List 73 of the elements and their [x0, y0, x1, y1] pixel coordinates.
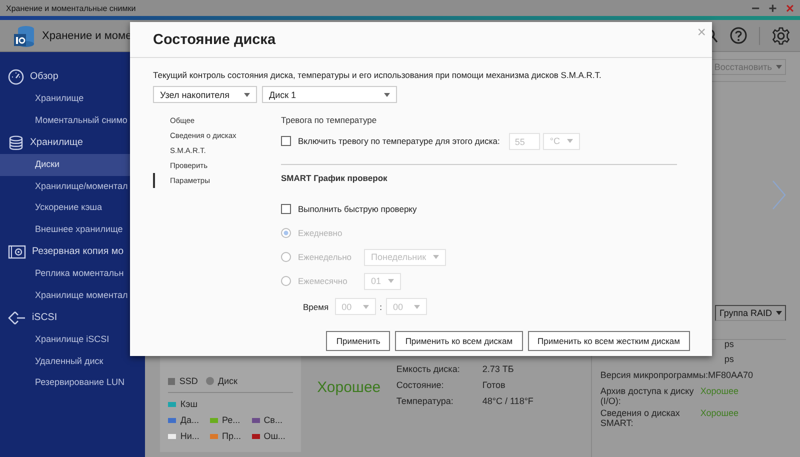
checkbox[interactable] [281, 136, 291, 146]
database-icon [8, 134, 24, 150]
disk-dropdown[interactable]: Диск 1 [262, 86, 397, 103]
radio-label: Ежедневно [298, 228, 344, 238]
checkbox[interactable] [281, 204, 291, 214]
legend-label: Св... [264, 415, 282, 425]
info-label: Емкость диска: [396, 364, 461, 376]
section-heading: Тревога по температуре [281, 114, 378, 127]
detail-label: Архив доступа к диску (I/O): [600, 386, 695, 406]
maximize-button[interactable]: + [768, 1, 777, 15]
info-value: 2.73 ТБ [482, 364, 514, 376]
window-title: Хранение и моментальные снимки [6, 4, 136, 12]
detail-label: Версия микропрограммы: [600, 370, 708, 382]
caret-icon [433, 255, 439, 259]
legend-label: SSD [179, 376, 198, 386]
radio-button[interactable] [281, 228, 291, 238]
safe-icon [8, 244, 26, 260]
health-status: Хорошее [317, 379, 381, 396]
caret-icon [388, 279, 394, 283]
detail-value: ps [724, 354, 734, 366]
apply-button[interactable]: Применить [326, 331, 390, 351]
info-label: Состояние: [396, 380, 445, 392]
legend-label: Ни... [180, 431, 200, 441]
legend-label: Кэш [180, 399, 198, 409]
section-heading: SMART График проверок [281, 172, 388, 185]
detail-value: MF80AA70 [708, 370, 753, 382]
radio-label: Ежемесячно [298, 276, 348, 286]
caret-icon [384, 92, 390, 96]
caret-icon [362, 304, 369, 308]
caret-icon [776, 64, 782, 68]
detail-value: Хорошее [700, 386, 739, 398]
info-value: 48°C / 118°F [482, 396, 534, 408]
info-label: Температура: [396, 396, 454, 408]
dialog-title: Состояние диска [153, 32, 276, 48]
circle-icon [206, 377, 214, 385]
help-icon[interactable] [730, 27, 747, 44]
radio-button[interactable] [281, 276, 291, 286]
legend-label: Ре... [222, 415, 240, 425]
detail-value: Хорошее [700, 408, 739, 420]
caret-icon [244, 92, 250, 96]
legend-label: Ош... [264, 431, 286, 441]
detail-label: Сведения о дисках SMART: [600, 408, 681, 428]
enclosure-dropdown[interactable]: Узел накопителя [153, 86, 257, 103]
gauge-icon [8, 68, 24, 84]
apply-button[interactable]: Применить ко всем жестким дискам [528, 331, 690, 351]
arrow-diamond-icon [8, 310, 26, 326]
legend-label: Пр... [222, 431, 241, 441]
storage-app-icon [12, 24, 36, 48]
sidebar-item[interactable]: Удаленный диск [0, 350, 146, 372]
info-value: Готов [482, 380, 506, 392]
time-separator: : [380, 302, 382, 312]
raid-group-dropdown[interactable]: Группа RAID [715, 305, 786, 321]
time-label: Время [303, 302, 329, 312]
legend-label: Да... [180, 415, 199, 425]
checkbox-label: Выполнить быструю проверку [298, 204, 417, 214]
minimize-button[interactable]: − [751, 1, 760, 15]
sidebar-section-title[interactable]: Хранилище [30, 137, 83, 148]
detail-value: ps [724, 339, 734, 351]
sidebar-item[interactable]: Резервирование LUN [0, 372, 146, 394]
caret-icon [566, 139, 573, 143]
settings-icon[interactable] [772, 26, 790, 44]
caret-icon [776, 311, 782, 315]
caret-icon [414, 304, 420, 308]
sidebar-section-title[interactable]: Обзор [30, 71, 58, 82]
sidebar-section-title[interactable]: iSCSI [32, 312, 58, 323]
legend-label: Диск [218, 376, 238, 386]
apply-button[interactable]: Применить ко всем дискам [395, 331, 523, 351]
square-icon [168, 378, 176, 384]
sidebar-section-title[interactable]: Резервная копия мо [32, 246, 124, 257]
radio-button[interactable] [281, 252, 291, 262]
checkbox-label: Включить тревогу по температуре для этого диска: [298, 136, 500, 146]
dialog-description: Текущий контроль состояния диска, температуры и его использования при помощи механизма дисков S.M.A.R.T. [153, 70, 602, 80]
radio-label: Еженедельно [298, 252, 353, 262]
